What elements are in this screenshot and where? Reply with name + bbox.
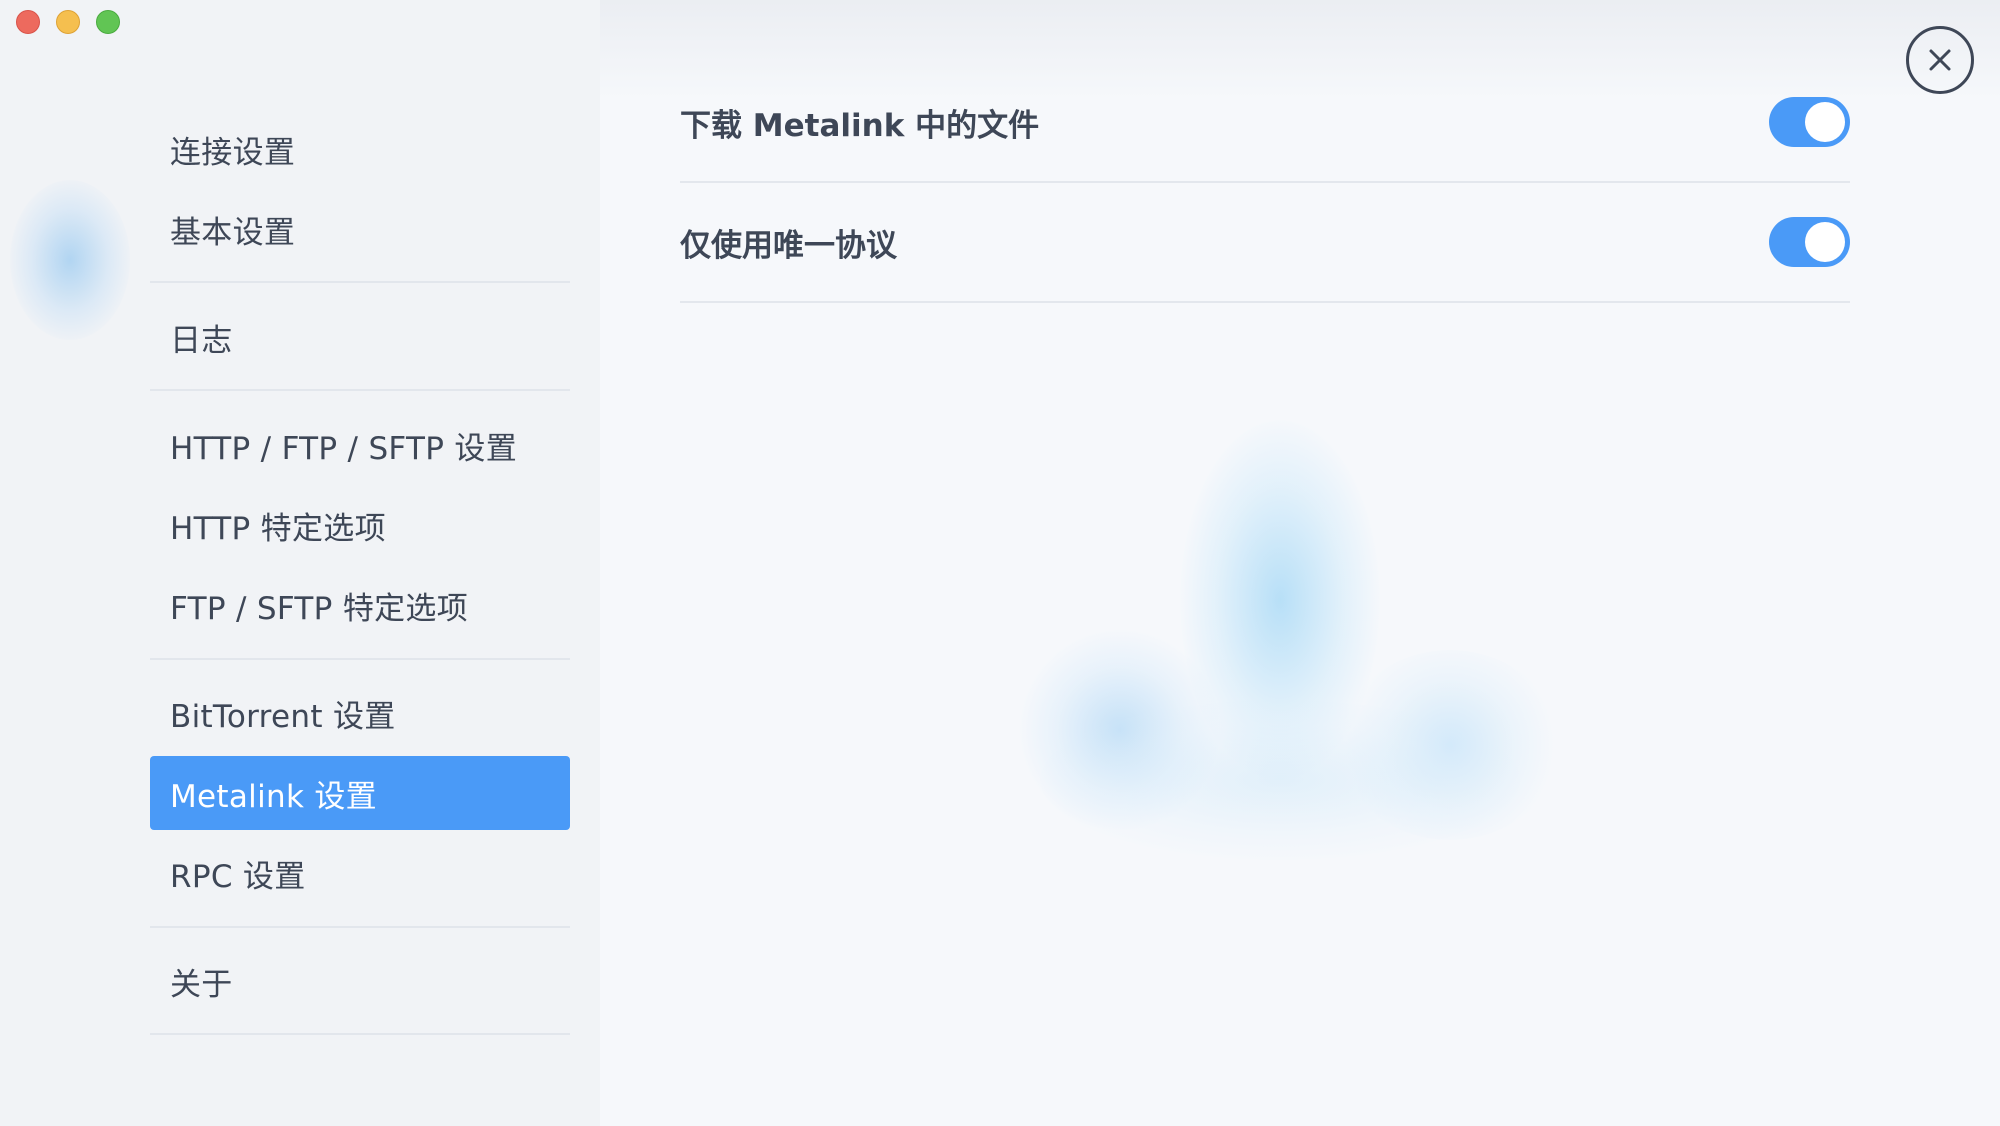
sidebar-item-label: 关于 [170, 966, 233, 1003]
sidebar-item-label: HTTP / FTP / SFTP 设置 [170, 430, 517, 467]
settings-panel: 下载 Metalink 中的文件 仅使用唯一协议 [600, 0, 2000, 1126]
sidebar-item-label: RPC 设置 [170, 858, 306, 895]
window-close-button[interactable] [16, 10, 40, 34]
sidebar-item-label: Metalink 设置 [170, 778, 377, 815]
sidebar-item-label: 基本设置 [170, 214, 296, 251]
sidebar-item-label: FTP / SFTP 特定选项 [170, 590, 469, 627]
setting-label: 仅使用唯一协议 [680, 227, 897, 264]
sidebar-item-metalink[interactable]: Metalink 设置 [150, 756, 570, 830]
sidebar-item-http-options[interactable]: HTTP 特定选项 [150, 488, 570, 562]
sidebar-item-rpc[interactable]: RPC 设置 [150, 836, 570, 910]
app-logo-watermark [1000, 380, 1560, 860]
unique-protocol-toggle[interactable] [1769, 217, 1850, 267]
sidebar-item-label: BitTorrent 设置 [170, 698, 396, 735]
nav-divider [150, 926, 570, 928]
sidebar-item-about[interactable]: 关于 [150, 944, 570, 1018]
setting-row-download-metalink-files: 下载 Metalink 中的文件 [680, 63, 1850, 183]
close-button[interactable] [1906, 26, 1974, 94]
sidebar-item-log[interactable]: 日志 [150, 300, 570, 374]
nav-divider [150, 389, 570, 391]
toggle-knob [1805, 102, 1845, 142]
sidebar-item-bittorrent[interactable]: BitTorrent 设置 [150, 676, 570, 750]
toggle-knob [1805, 222, 1845, 262]
sidebar-item-label: 连接设置 [170, 134, 296, 171]
sidebar-item-label: HTTP 特定选项 [170, 510, 386, 547]
sidebar-item-connection[interactable]: 连接设置 [150, 112, 570, 186]
sidebar-item-http-ftp-sftp[interactable]: HTTP / FTP / SFTP 设置 [150, 408, 570, 482]
nav-divider [150, 1033, 570, 1035]
sidebar: 连接设置 基本设置 日志 HTTP / FTP / SFTP 设置 HTTP 特… [0, 0, 600, 1126]
sidebar-item-ftp-sftp-options[interactable]: FTP / SFTP 特定选项 [150, 568, 570, 642]
window-minimize-button[interactable] [56, 10, 80, 34]
close-icon [1925, 45, 1955, 75]
download-metalink-files-toggle[interactable] [1769, 97, 1850, 147]
window-controls [16, 10, 120, 34]
nav-divider [150, 658, 570, 660]
sidebar-glow-decoration [10, 180, 130, 340]
sidebar-item-basic[interactable]: 基本设置 [150, 192, 570, 266]
setting-row-unique-protocol: 仅使用唯一协议 [680, 183, 1850, 303]
sidebar-item-label: 日志 [170, 322, 233, 359]
setting-label: 下载 Metalink 中的文件 [680, 107, 1040, 144]
window-maximize-button[interactable] [96, 10, 120, 34]
nav-divider [150, 281, 570, 283]
preferences-window: 连接设置 基本设置 日志 HTTP / FTP / SFTP 设置 HTTP 特… [0, 0, 2000, 1126]
